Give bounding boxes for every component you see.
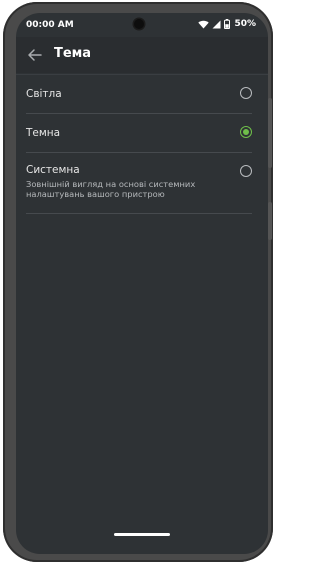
volume-button xyxy=(268,202,272,240)
radio-button[interactable] xyxy=(240,87,252,99)
home-indicator[interactable] xyxy=(114,533,170,536)
option-label: Системна xyxy=(26,164,80,176)
screen: 00:00 AM 50% Тема Світла Темна Системна … xyxy=(16,13,268,554)
status-bar: 00:00 AM 50% xyxy=(16,13,268,37)
power-button xyxy=(268,98,272,168)
theme-options-list: Світла Темна Системна Зовнішній вигляд н… xyxy=(26,75,252,214)
wifi-icon xyxy=(198,20,210,28)
battery-icon xyxy=(224,19,231,29)
status-time: 00:00 AM xyxy=(26,20,74,30)
option-label: Світла xyxy=(26,88,62,100)
theme-option-dark[interactable]: Темна xyxy=(26,114,252,153)
theme-option-system[interactable]: Системна Зовнішній вигляд на основі сист… xyxy=(26,153,252,214)
radio-button[interactable] xyxy=(240,165,252,177)
theme-option-light[interactable]: Світла xyxy=(26,75,252,114)
cellular-signal-icon xyxy=(212,20,221,28)
radio-button-selected[interactable] xyxy=(240,126,252,138)
arrow-left-icon xyxy=(28,49,42,61)
back-button[interactable] xyxy=(26,46,44,64)
status-icons: 50% xyxy=(198,19,256,29)
app-bar: Тема xyxy=(16,37,268,73)
battery-percent: 50% xyxy=(234,19,256,29)
page-title: Тема xyxy=(54,46,92,61)
front-camera xyxy=(134,19,144,29)
option-label: Темна xyxy=(26,127,61,139)
option-description: Зовнішній вигляд на основі системних нал… xyxy=(26,179,196,199)
phone-frame: 00:00 AM 50% Тема Світла Темна Системна … xyxy=(3,2,273,562)
